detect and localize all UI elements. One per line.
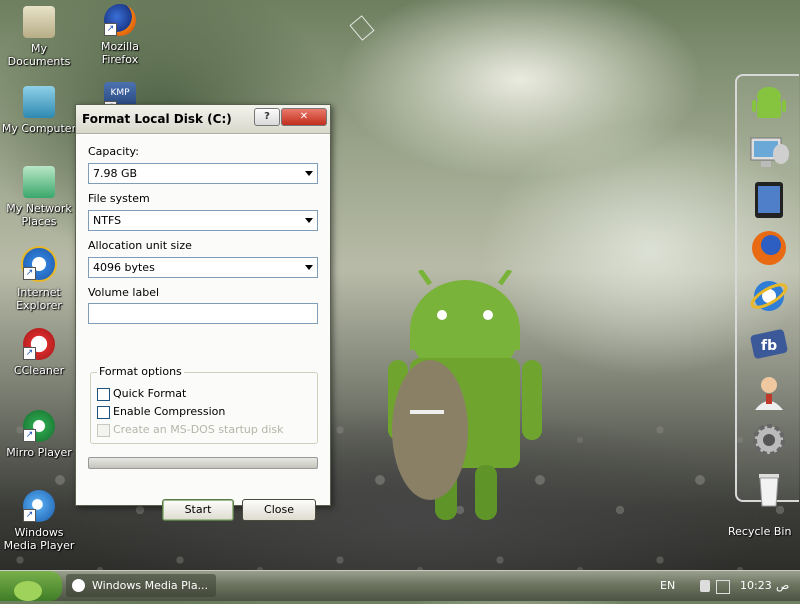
volume-label-label: Volume label [88, 286, 160, 299]
android-start-icon [14, 581, 42, 601]
dialog-content: Capacity: 7.98 GB File system NTFS Alloc… [76, 134, 330, 521]
media-player-icon [72, 579, 85, 592]
filesystem-label: File system [88, 192, 150, 205]
language-indicator[interactable]: EN [660, 579, 675, 592]
firefox-icon: ↗ [104, 4, 136, 36]
chevron-down-icon [305, 171, 313, 176]
enable-compression-label: Enable Compression [113, 405, 226, 418]
desktop-icon-my-documents[interactable]: My Documents [1, 6, 77, 68]
taskbar-item-label: Windows Media Pla... [92, 579, 209, 592]
close-icon[interactable]: ✕ [281, 108, 327, 126]
network-icon [23, 166, 55, 198]
ccleaner-icon: ↗ [23, 328, 55, 360]
ie-icon[interactable] [749, 276, 789, 316]
clock-ampm: ص [776, 579, 790, 592]
format-options-group: Format options Quick Format Enable Compr… [90, 365, 318, 444]
filesystem-select[interactable]: NTFS [88, 210, 318, 231]
capacity-select[interactable]: 7.98 GB [88, 163, 318, 184]
computer-icon [23, 86, 55, 118]
side-dock: fb [735, 74, 799, 507]
desktop-icon-firefox[interactable]: ↗ Mozilla Firefox [82, 4, 158, 66]
support-agent-icon[interactable] [749, 372, 789, 412]
enable-compression-checkbox[interactable] [97, 406, 110, 419]
desktop-icon-mirro-player[interactable]: ↗ Mirro Player [1, 410, 77, 459]
facebook-icon[interactable]: fb [749, 324, 789, 364]
msdos-startup-checkbox [97, 424, 110, 437]
settings-gear-icon[interactable] [749, 420, 789, 460]
chevron-down-icon [305, 265, 313, 270]
quick-format-label: Quick Format [113, 387, 187, 400]
monitor-icon[interactable] [749, 132, 789, 172]
filesystem-value: NTFS [93, 214, 122, 227]
recycle-bin-icon[interactable] [749, 468, 789, 508]
desktop-icon-my-computer[interactable]: My Computer [1, 86, 77, 135]
desktop-icon-windows-media-player[interactable]: ↗ Windows Media Player [1, 490, 77, 552]
format-progress-bar [88, 457, 318, 469]
capacity-label: Capacity: [88, 145, 139, 158]
msdos-startup-label: Create an MS-DOS startup disk [113, 423, 284, 436]
volume-tray-icon[interactable] [716, 580, 730, 594]
allocation-unit-label: Allocation unit size [88, 239, 192, 252]
chevron-down-icon [305, 218, 313, 223]
dialog-title: Format Local Disk (C:) [82, 112, 232, 126]
desktop-icon-my-network-places[interactable]: My Network Places [1, 166, 77, 228]
taskbar: Windows Media Pla... EN 10:23 ص [0, 570, 800, 601]
folder-documents-icon [23, 6, 55, 38]
start-button[interactable]: Start [162, 499, 234, 521]
dialog-titlebar[interactable]: Format Local Disk (C:) ? ✕ [76, 105, 330, 134]
allocation-unit-select[interactable]: 4096 bytes [88, 257, 318, 278]
network-tray-icon[interactable] [700, 580, 710, 592]
start-menu-button[interactable] [0, 571, 62, 601]
wallpaper-android-figure [388, 270, 542, 520]
clock-time[interactable]: 10:23 [740, 579, 772, 592]
mouse-cursor-icon [349, 15, 375, 41]
quick-format-checkbox[interactable] [97, 388, 110, 401]
ie-icon: ↗ [21, 246, 57, 282]
capacity-value: 7.98 GB [93, 167, 138, 180]
help-button[interactable]: ? [254, 108, 280, 126]
close-button[interactable]: Close [242, 499, 316, 521]
mirro-player-icon: ↗ [23, 410, 55, 442]
svg-text:fb: fb [761, 338, 777, 354]
format-options-legend: Format options [97, 365, 184, 378]
taskbar-item-media-player[interactable]: Windows Media Pla... [66, 574, 216, 597]
system-tray: EN 10:23 ص [660, 571, 800, 601]
recycle-bin-label: Recycle Bin [728, 525, 792, 538]
format-dialog: Format Local Disk (C:) ? ✕ Capacity: 7.9… [75, 104, 331, 521]
ipad-icon[interactable] [749, 180, 789, 220]
desktop-icon-internet-explorer[interactable]: ↗ Internet Explorer [1, 246, 77, 312]
volume-label-input[interactable] [88, 303, 318, 324]
desktop-icon-ccleaner[interactable]: ↗ CCleaner [1, 328, 77, 377]
firefox-icon[interactable] [749, 228, 789, 268]
allocation-unit-value: 4096 bytes [93, 261, 155, 274]
media-player-icon: ↗ [23, 490, 55, 522]
android-icon[interactable] [749, 84, 789, 124]
